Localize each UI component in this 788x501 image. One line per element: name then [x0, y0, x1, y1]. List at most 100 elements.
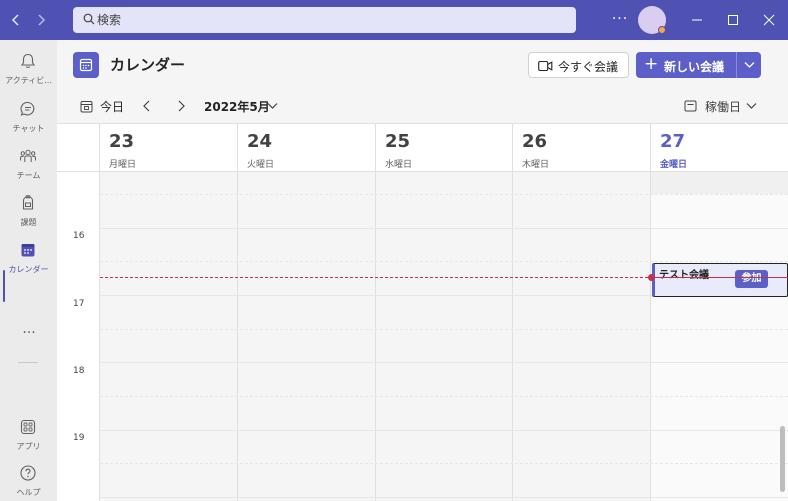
more-apps-icon[interactable]: ···	[18, 325, 40, 341]
bell-icon	[21, 53, 35, 68]
current-time-line-today	[652, 277, 788, 278]
event-title: テスト会議	[659, 270, 709, 281]
search-icon	[83, 13, 95, 25]
rail-label-teams: チーム	[16, 171, 41, 180]
title-bar: ···	[0, 0, 788, 40]
rail-item-chat[interactable]: チャット	[0, 94, 57, 140]
day-header-fri-today[interactable]: 27 金曜日	[650, 124, 787, 173]
day-header-row: 23 月曜日 24 火曜日 25 水曜日 26 木曜日 27 金曜日	[57, 123, 788, 173]
day-header-tue[interactable]: 24 火曜日	[237, 124, 374, 173]
day-name: 火曜日	[247, 160, 275, 170]
hour-label: 18	[73, 366, 85, 376]
new-meeting-dropdown[interactable]	[736, 52, 761, 78]
help-icon	[20, 465, 36, 481]
half-hour-line	[100, 463, 788, 464]
more-options-icon[interactable]: ···	[609, 8, 631, 30]
month-selector[interactable]: 2022年5月	[204, 98, 270, 115]
new-meeting-label: 新しい会議	[664, 60, 725, 74]
minimize-icon[interactable]	[686, 9, 708, 31]
rail-label-assignments: 課題	[20, 218, 37, 227]
calendar-main: カレンダー 今すぐ会議 + 新しい会議 今日 2022年5月 稼働日 23 月曜…	[57, 40, 788, 501]
meet-now-button[interactable]: 今すぐ会議	[528, 52, 629, 78]
join-button[interactable]: 参加	[735, 270, 768, 288]
rail-divider	[18, 362, 38, 363]
day-column-fri-today[interactable]	[650, 172, 788, 501]
hour-label: 16	[73, 231, 85, 241]
rail-item-calendar[interactable]: カレンダー	[0, 235, 57, 281]
hour-label: 19	[73, 433, 85, 443]
close-icon[interactable]	[758, 9, 780, 31]
day-name: 水曜日	[385, 160, 413, 170]
previous-week-icon[interactable]	[139, 98, 155, 114]
teams-icon	[20, 149, 36, 162]
day-column-thu[interactable]	[512, 172, 650, 501]
apps-icon	[20, 419, 36, 435]
today-button[interactable]: 今日	[100, 98, 124, 115]
video-camera-icon	[538, 60, 553, 72]
rail-item-help[interactable]: ヘルプ	[0, 458, 57, 501]
day-name: 月曜日	[109, 160, 137, 170]
time-grid: 16 17 18 19 テスト会議 参加	[57, 172, 788, 501]
app-rail: アクティビ... チャット チーム 課題 カレンダー ··· アプリ ヘルプ	[0, 40, 57, 501]
half-hour-line	[100, 261, 788, 262]
rail-item-assignments[interactable]: 課題	[0, 188, 57, 234]
view-selector[interactable]: 稼働日	[705, 98, 741, 115]
page-title: カレンダー	[110, 56, 186, 74]
rail-item-teams[interactable]: チーム	[0, 141, 57, 187]
hour-line	[100, 430, 788, 431]
back-arrow-icon[interactable]	[6, 10, 26, 30]
day-header-mon[interactable]: 23 月曜日	[99, 124, 236, 173]
day-number: 25	[385, 131, 411, 152]
day-column-mon[interactable]	[99, 172, 237, 501]
search-input[interactable]	[97, 10, 567, 30]
calendar-icon	[21, 244, 35, 257]
event-test-meeting[interactable]: テスト会議 参加	[652, 263, 788, 297]
rail-label-chat: チャット	[12, 124, 45, 133]
week-view: 23 月曜日 24 火曜日 25 水曜日 26 木曜日 27 金曜日 16 17…	[57, 123, 788, 501]
rail-label-activity: アクティビ...	[5, 76, 52, 85]
calendar-toolbar: 今日 2022年5月 稼働日	[57, 90, 788, 123]
rail-item-apps[interactable]: アプリ	[0, 412, 57, 458]
new-meeting-button[interactable]: + 新しい会議	[636, 52, 736, 78]
assignments-icon	[22, 195, 34, 210]
day-header-wed[interactable]: 25 水曜日	[375, 124, 512, 173]
calendar-header: カレンダー 今すぐ会議 + 新しい会議	[57, 40, 788, 90]
maximize-icon[interactable]	[722, 9, 744, 31]
hour-line	[100, 362, 788, 363]
rail-label-apps: アプリ	[16, 442, 41, 451]
next-week-icon[interactable]	[173, 98, 189, 114]
chevron-down-icon[interactable]	[746, 102, 757, 110]
hour-line	[100, 228, 788, 229]
day-column-wed[interactable]	[375, 172, 513, 501]
time-column: 16 17 18 19	[57, 172, 100, 501]
day-number: 26	[522, 131, 548, 152]
chat-icon	[20, 101, 35, 116]
current-time-marker	[648, 274, 655, 281]
day-number: 24	[247, 131, 273, 152]
plus-icon: +	[644, 54, 659, 74]
chevron-down-icon[interactable]	[267, 102, 278, 110]
past-time-block	[651, 172, 788, 194]
forward-arrow-icon[interactable]	[31, 10, 51, 30]
day-number: 23	[109, 131, 135, 152]
half-hour-line	[100, 194, 788, 195]
calendar-app-icon	[73, 52, 99, 78]
hour-label: 17	[73, 299, 85, 309]
scrollbar[interactable]	[780, 426, 785, 492]
day-header-thu[interactable]: 26 木曜日	[512, 124, 649, 173]
rail-item-activity[interactable]: アクティビ...	[0, 46, 57, 92]
chevron-down-icon	[744, 62, 755, 68]
day-name: 金曜日	[660, 160, 688, 170]
search-box[interactable]	[73, 7, 576, 33]
view-icon[interactable]	[684, 100, 697, 112]
hour-line	[100, 497, 788, 498]
today-calendar-icon[interactable]	[80, 100, 93, 113]
rail-label-calendar: カレンダー	[8, 265, 49, 274]
day-name: 木曜日	[522, 160, 550, 170]
meet-now-label: 今すぐ会議	[558, 60, 619, 74]
half-hour-line	[100, 396, 788, 397]
half-hour-line	[100, 329, 788, 330]
day-number: 27	[660, 131, 686, 152]
rail-label-help: ヘルプ	[16, 488, 41, 497]
day-column-tue[interactable]	[237, 172, 375, 501]
